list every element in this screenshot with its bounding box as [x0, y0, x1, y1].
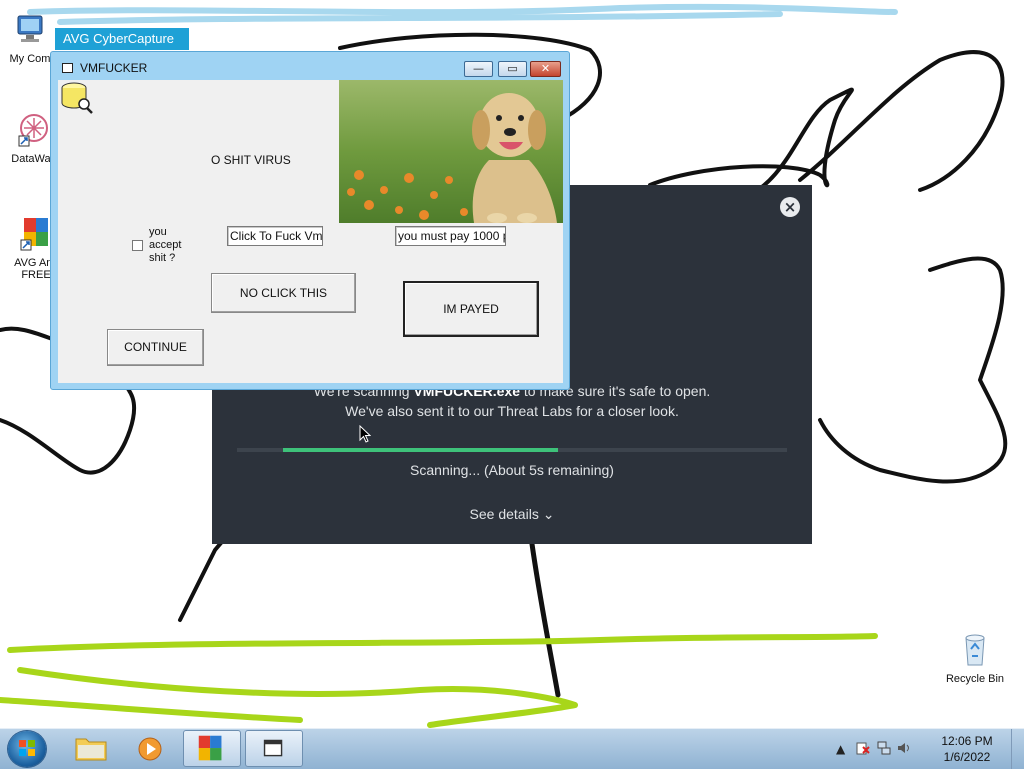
taskbar-media-player[interactable]	[122, 730, 180, 767]
avg-cybercapture-tab[interactable]: AVG CyberCapture	[55, 28, 189, 50]
accept-label-text: you accept shit ?	[149, 226, 182, 264]
window-client-area: O SHIT VIRUS you accept shit ? Click To …	[58, 80, 563, 383]
clock-date[interactable]: 1/6/2022	[937, 750, 997, 764]
mouse-cursor-icon	[359, 425, 371, 443]
desktop-icon-recycle-bin[interactable]: Recycle Bin	[935, 632, 1015, 685]
system-tray: ▲ 12:06 PM 1/6/2022	[834, 729, 1024, 769]
windows-logo-icon	[19, 740, 35, 756]
scan-status: Scanning... (About 5s remaining)	[410, 462, 614, 478]
network-icon[interactable]	[877, 741, 891, 755]
green-scribble	[0, 633, 878, 728]
scan-progress-fill	[283, 448, 558, 452]
taskbar-avg[interactable]	[183, 730, 241, 767]
computer-icon	[17, 15, 43, 42]
scan-progress-bar	[237, 448, 787, 452]
blue-scribble	[27, 3, 898, 25]
show-desktop-button[interactable]	[1011, 729, 1024, 769]
taskbar-explorer[interactable]	[62, 730, 120, 767]
maximize-button[interactable]: ▭	[498, 61, 527, 77]
window-app-icon	[62, 63, 73, 73]
puppy-image	[339, 80, 563, 223]
vmfucker-window: VMFUCKER — ▭ ✕ O SHIT VIRUS you accept s…	[50, 51, 570, 390]
desktop-icon-label: Recycle Bin	[945, 673, 1005, 685]
volume-icon[interactable]	[897, 741, 911, 755]
datawag-icon	[18, 114, 48, 147]
window-icon	[263, 739, 283, 757]
minimize-button[interactable]: —	[464, 61, 493, 77]
avg-icon	[198, 735, 222, 761]
black-scribble-4	[529, 541, 561, 698]
close-icon[interactable]: ×	[780, 197, 800, 217]
action-center-icon[interactable]	[856, 741, 870, 755]
window-titlebar[interactable]: VMFUCKER — ▭ ✕	[51, 52, 569, 80]
fuck-vm-input[interactable]: Click To Fuck Vm	[227, 226, 323, 246]
close-button[interactable]: ✕	[530, 61, 561, 77]
see-details-link[interactable]: See details ⌄	[212, 506, 812, 523]
window-title: VMFUCKER	[80, 61, 148, 75]
avg-threat-labs-message: We've also sent it to our Threat Labs fo…	[345, 403, 679, 419]
clock-time[interactable]: 12:06 PM	[937, 734, 997, 748]
accept-checkbox-label: you accept shit ?	[149, 226, 189, 265]
accept-checkbox[interactable]	[132, 240, 143, 251]
virus-label: O SHIT VIRUS	[211, 153, 291, 167]
continue-button[interactable]: CONTINUE	[107, 329, 204, 366]
media-player-icon	[138, 737, 162, 761]
database-search-icon	[61, 82, 93, 114]
payment-input[interactable]: you must pay 1000 pln	[395, 226, 506, 246]
avg-icon	[20, 218, 48, 251]
no-click-button[interactable]: NO CLICK THIS	[211, 273, 356, 313]
show-hidden-icons-icon[interactable]: ▲	[836, 742, 845, 756]
taskbar-vmfucker[interactable]	[245, 730, 303, 767]
recycle-bin-icon	[965, 634, 985, 666]
taskbar: ▲ 12:06 PM 1/6/2022	[0, 728, 1024, 769]
im-payed-button[interactable]: IM PAYED	[403, 281, 539, 337]
start-button[interactable]	[8, 731, 46, 767]
folder-icon	[75, 738, 107, 761]
